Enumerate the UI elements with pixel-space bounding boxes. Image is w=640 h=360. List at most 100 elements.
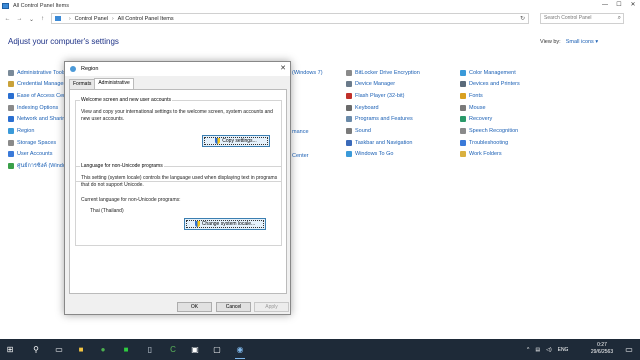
minimize-button[interactable]: — bbox=[598, 0, 612, 11]
refresh-icon[interactable]: ↻ bbox=[520, 15, 525, 22]
cp-item[interactable]: Devices and Printers bbox=[460, 80, 520, 89]
current-language-value: Thai (Thailand) bbox=[90, 208, 124, 214]
window-titlebar: All Control Panel Items — ☐ ✕ bbox=[0, 0, 640, 11]
apply-button[interactable]: Apply bbox=[254, 302, 289, 312]
chevron-up-icon[interactable]: ^ bbox=[527, 347, 529, 353]
cp-item[interactable]: Programs and Features bbox=[346, 115, 413, 124]
cp-item-icon bbox=[460, 116, 466, 123]
cp-item-label: User Accounts bbox=[17, 151, 53, 158]
administrative-panel: Welcome screen and new user accounts Vie… bbox=[69, 89, 287, 294]
cp-item[interactable]: Color Management bbox=[460, 68, 516, 77]
cp-item[interactable]: Speech Recognition bbox=[460, 127, 518, 136]
cp-item-partial[interactable]: mance bbox=[292, 127, 309, 136]
cp-item-label: Storage Spaces bbox=[17, 139, 57, 146]
cancel-button[interactable]: Cancel bbox=[216, 302, 251, 312]
cp-item-label: BitLocker Drive Encryption bbox=[355, 69, 420, 76]
cp-item[interactable]: Flash Player (32-bit) bbox=[346, 91, 405, 100]
tab-administrative[interactable]: Administrative bbox=[94, 78, 134, 89]
cp-item-partial[interactable]: Center bbox=[292, 151, 309, 160]
address-field[interactable]: › Control Panel › All Control Panel Item… bbox=[51, 13, 529, 24]
cp-item-partial[interactable]: (Windows 7) bbox=[292, 68, 323, 77]
cp-item-label: Recovery bbox=[469, 116, 493, 123]
cp-item-icon bbox=[8, 116, 14, 123]
cp-item-icon bbox=[346, 116, 352, 123]
cp-item[interactable]: Mouse bbox=[460, 103, 486, 112]
cp-item[interactable]: Work Folders bbox=[460, 150, 502, 159]
cp-item[interactable]: Indexing Options bbox=[8, 103, 58, 112]
region-globe-icon bbox=[70, 66, 76, 72]
cp-item-label: Keyboard bbox=[355, 104, 379, 111]
control-panel-small-icon bbox=[55, 16, 61, 21]
cp-item[interactable]: Administrative Tools bbox=[8, 68, 66, 77]
change-system-locale-button[interactable]: Change system locale... bbox=[184, 218, 266, 230]
task-view-icon[interactable]: ▭ bbox=[52, 343, 66, 356]
forward-arrow-icon[interactable]: → bbox=[15, 16, 24, 22]
recent-chevron-icon[interactable]: ⌄ bbox=[27, 16, 36, 23]
settings-icon[interactable]: ▢ bbox=[210, 343, 224, 356]
cp-item[interactable]: Keyboard bbox=[346, 103, 379, 112]
file-explorer-icon[interactable]: ■ bbox=[74, 343, 88, 356]
start-icon[interactable]: ⊞ bbox=[3, 343, 17, 356]
cp-item[interactable]: Region bbox=[8, 127, 34, 136]
search-input[interactable]: Search Control Panel ⌕ bbox=[540, 13, 624, 24]
cp-item-label: Troubleshooting bbox=[469, 139, 509, 146]
cp-item[interactable]: Credential Manager bbox=[8, 80, 65, 89]
cp-item[interactable]: Troubleshooting bbox=[460, 138, 508, 147]
cp-item[interactable]: Storage Spaces bbox=[8, 138, 56, 147]
cp-item-icon bbox=[8, 92, 14, 99]
search-icon[interactable]: ⚲ bbox=[29, 343, 43, 356]
cp-item[interactable]: BitLocker Drive Encryption bbox=[346, 68, 420, 77]
chrome-icon[interactable]: ● bbox=[96, 343, 110, 356]
cp-item[interactable]: Taskbar and Navigation bbox=[346, 138, 412, 147]
cp-item-label: Devices and Printers bbox=[469, 81, 520, 88]
non-unicode-description: This setting (system locale) controls th… bbox=[81, 175, 278, 188]
cp-item-icon bbox=[460, 81, 466, 88]
non-unicode-group-label: Language for non-Unicode programs bbox=[80, 163, 164, 169]
taskbar: ⊞ ⚲ ▭ ■ ● ■ ▯ C ▣ ▢ ◉ ^ ▤ ◁) ENG 0:27 29… bbox=[0, 339, 640, 360]
camtasia-icon[interactable]: C bbox=[166, 343, 180, 356]
breadcrumb-control-panel[interactable]: Control Panel bbox=[75, 16, 108, 22]
search-icon: ⌕ bbox=[617, 15, 621, 21]
address-bar-row: ← → ⌄ ↑ › Control Panel › All Control Pa… bbox=[0, 12, 640, 26]
cp-item-icon bbox=[8, 128, 14, 134]
back-arrow-icon[interactable]: ← bbox=[3, 16, 12, 22]
cp-item-icon bbox=[346, 151, 352, 158]
clock[interactable]: 0:27 29/6/2563 bbox=[585, 342, 619, 356]
line-icon[interactable]: ■ bbox=[119, 343, 133, 356]
cp-item-icon bbox=[346, 69, 352, 76]
cp-item-icon bbox=[8, 151, 14, 158]
tab-formats[interactable]: Formats bbox=[69, 79, 96, 89]
ok-button[interactable]: OK bbox=[177, 302, 212, 312]
notepad-icon[interactable]: ▯ bbox=[143, 343, 157, 356]
volume-icon[interactable]: ◁) bbox=[546, 347, 552, 353]
window-controls: — ☐ ✕ bbox=[598, 0, 640, 11]
clock-date: 29/6/2563 bbox=[590, 349, 614, 355]
dialog-close-icon[interactable]: ✕ bbox=[280, 64, 286, 72]
view-by-dropdown[interactable]: Small icons ▾ bbox=[566, 39, 598, 45]
cp-item[interactable]: User Accounts bbox=[8, 150, 52, 159]
cp-item[interactable]: Fonts bbox=[460, 91, 483, 100]
cp-item-icon bbox=[460, 139, 466, 146]
maximize-button[interactable]: ☐ bbox=[612, 0, 626, 11]
cp-item[interactable]: Windows To Go bbox=[346, 150, 393, 159]
current-language-label: Current language for non-Unicode program… bbox=[81, 197, 181, 203]
close-button[interactable]: ✕ bbox=[626, 0, 640, 11]
breadcrumb-all-items[interactable]: All Control Panel Items bbox=[118, 16, 174, 22]
region-icon[interactable]: ◉ bbox=[233, 343, 247, 359]
cp-item[interactable]: Ease of Access Center bbox=[8, 91, 73, 100]
cp-item-icon bbox=[8, 104, 14, 111]
welcome-description: View and copy your international setting… bbox=[81, 109, 273, 122]
cp-item[interactable]: Device Manager bbox=[346, 80, 395, 89]
up-arrow-icon[interactable]: ↑ bbox=[38, 16, 47, 22]
cp-item-label: Indexing Options bbox=[17, 104, 59, 111]
cp-item-label: Region bbox=[17, 128, 35, 134]
notification-icon[interactable]: ▭ bbox=[622, 343, 636, 356]
cp-item[interactable]: Sound bbox=[346, 127, 371, 136]
cp-item[interactable]: Recovery bbox=[460, 115, 492, 124]
copy-settings-button[interactable]: Copy settings... bbox=[202, 135, 270, 147]
language-indicator[interactable]: ENG bbox=[558, 347, 569, 353]
view-by: View by: Small icons ▾ bbox=[540, 39, 599, 45]
network-icon[interactable]: ▤ bbox=[535, 347, 540, 353]
media-icon[interactable]: ▣ bbox=[188, 343, 202, 356]
cp-item-label: Taskbar and Navigation bbox=[355, 139, 413, 146]
